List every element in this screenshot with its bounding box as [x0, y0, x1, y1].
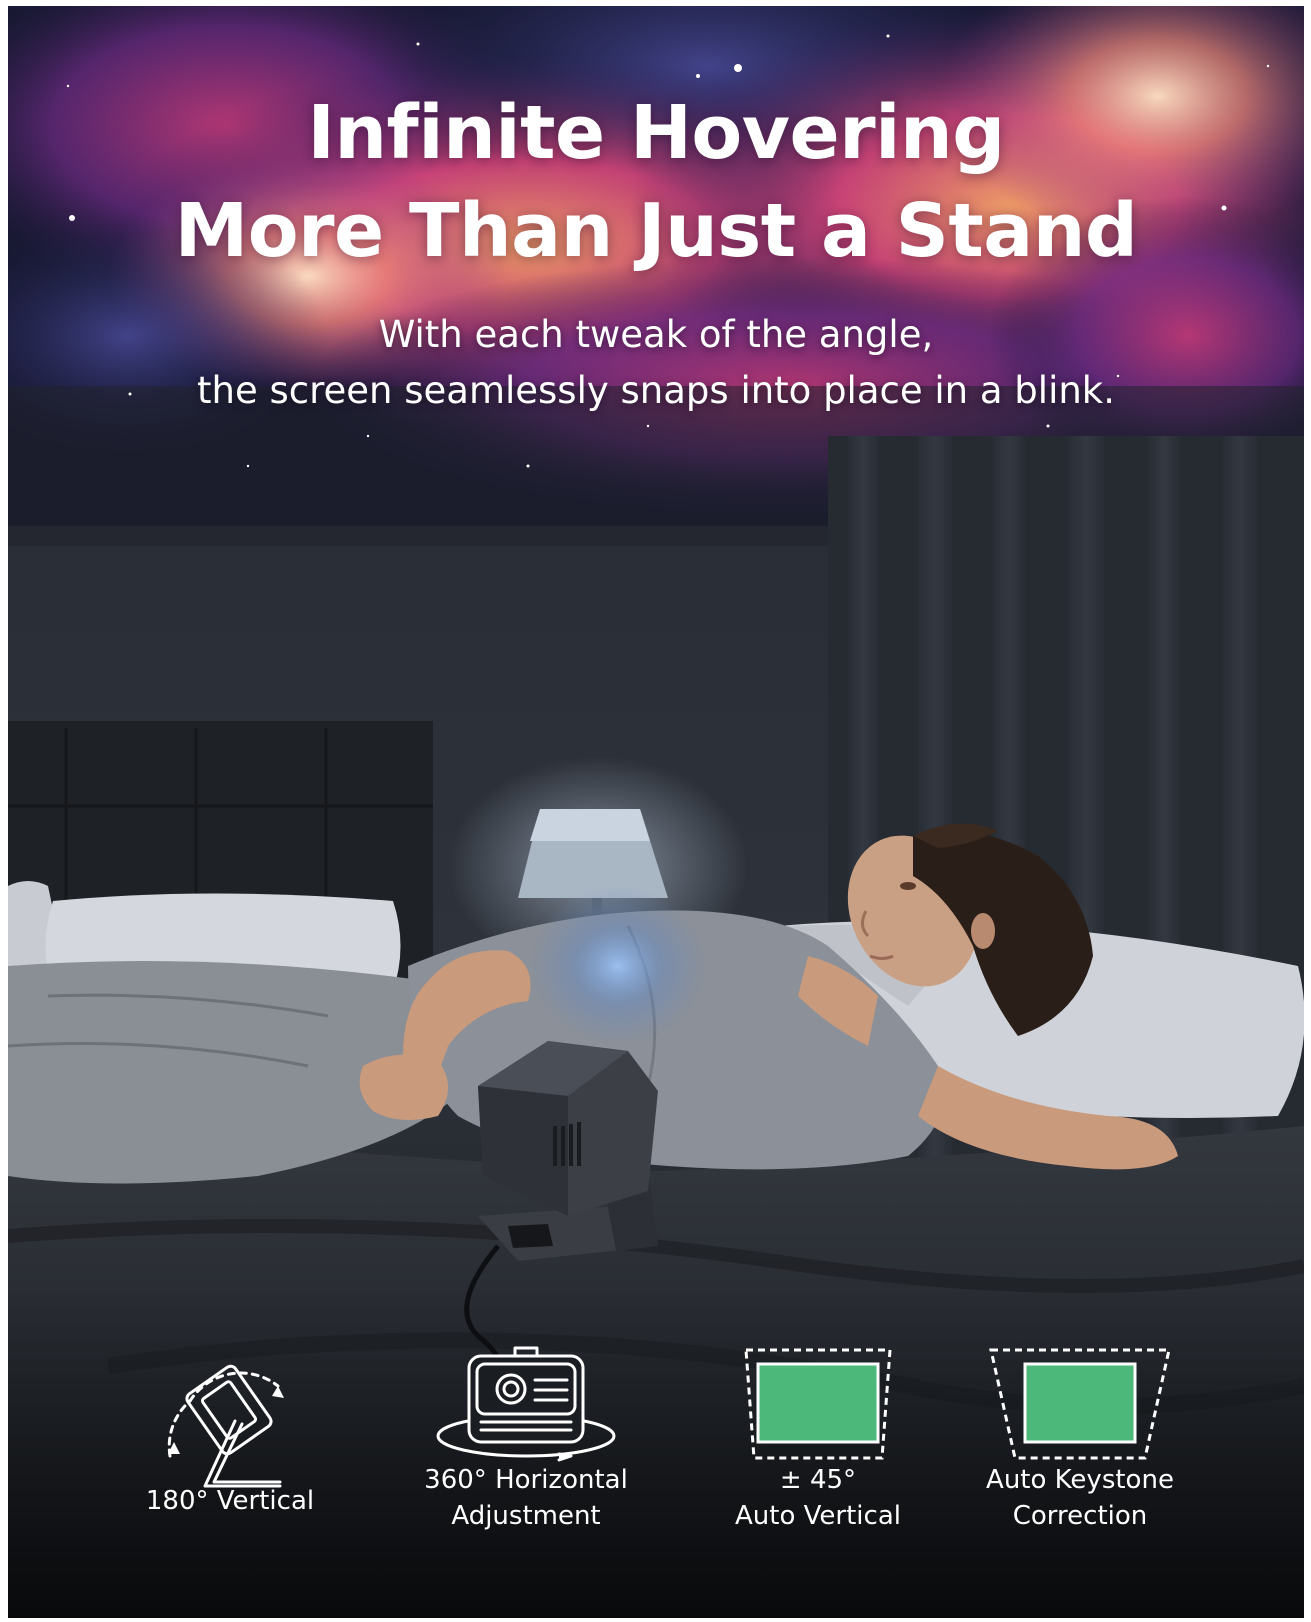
feature-auto-keystone-line-1: Auto Keystone: [986, 1465, 1174, 1495]
headline-line-2: More Than Just a Stand: [174, 188, 1138, 274]
feature-horizontal-rotation: 360° Horizontal Adjustment: [376, 1346, 676, 1606]
feature-horizontal-line-1: 360° Horizontal: [424, 1465, 628, 1495]
feature-vertical-keystone: ± 45° Auto Vertical: [668, 1346, 968, 1606]
vertical-keystone-icon: [744, 1348, 892, 1460]
feature-keystone-vertical-line-1: ± 45°: [779, 1465, 857, 1495]
feature-vertical-line-1: 180° Vertical: [145, 1486, 315, 1516]
headline-line-1: Infinite Hovering: [307, 90, 1005, 176]
headline: Infinite Hovering More Than Just a Stand: [8, 84, 1304, 280]
subheadline: With each tweak of the angle, the screen…: [8, 307, 1304, 419]
auto-keystone-icon: [989, 1348, 1171, 1460]
feature-vertical-label: 180° Vertical: [80, 1483, 380, 1519]
feature-row: 180° Vertical 360° Horizontal Adjustment…: [8, 1346, 1304, 1606]
projector-rotate-icon: [436, 1346, 616, 1462]
promo-banner: Infinite Hovering More Than Just a Stand…: [8, 6, 1304, 1618]
feature-auto-keystone: Auto Keystone Correction: [930, 1346, 1230, 1606]
rotate-vertical-icon: [167, 1364, 284, 1488]
feature-horizontal-line-2: Adjustment: [451, 1501, 601, 1531]
feature-keystone-vertical-label: ± 45° Auto Vertical: [668, 1462, 968, 1534]
feature-auto-keystone-label: Auto Keystone Correction: [930, 1462, 1230, 1534]
feature-vertical-rotation: 180° Vertical: [80, 1346, 380, 1606]
subheadline-line-1: With each tweak of the angle,: [378, 313, 934, 356]
feature-horizontal-label: 360° Horizontal Adjustment: [376, 1462, 676, 1534]
feature-keystone-vertical-line-2: Auto Vertical: [735, 1501, 901, 1531]
feature-auto-keystone-line-2: Correction: [1012, 1501, 1148, 1531]
subheadline-line-2: the screen seamlessly snaps into place i…: [196, 369, 1115, 412]
